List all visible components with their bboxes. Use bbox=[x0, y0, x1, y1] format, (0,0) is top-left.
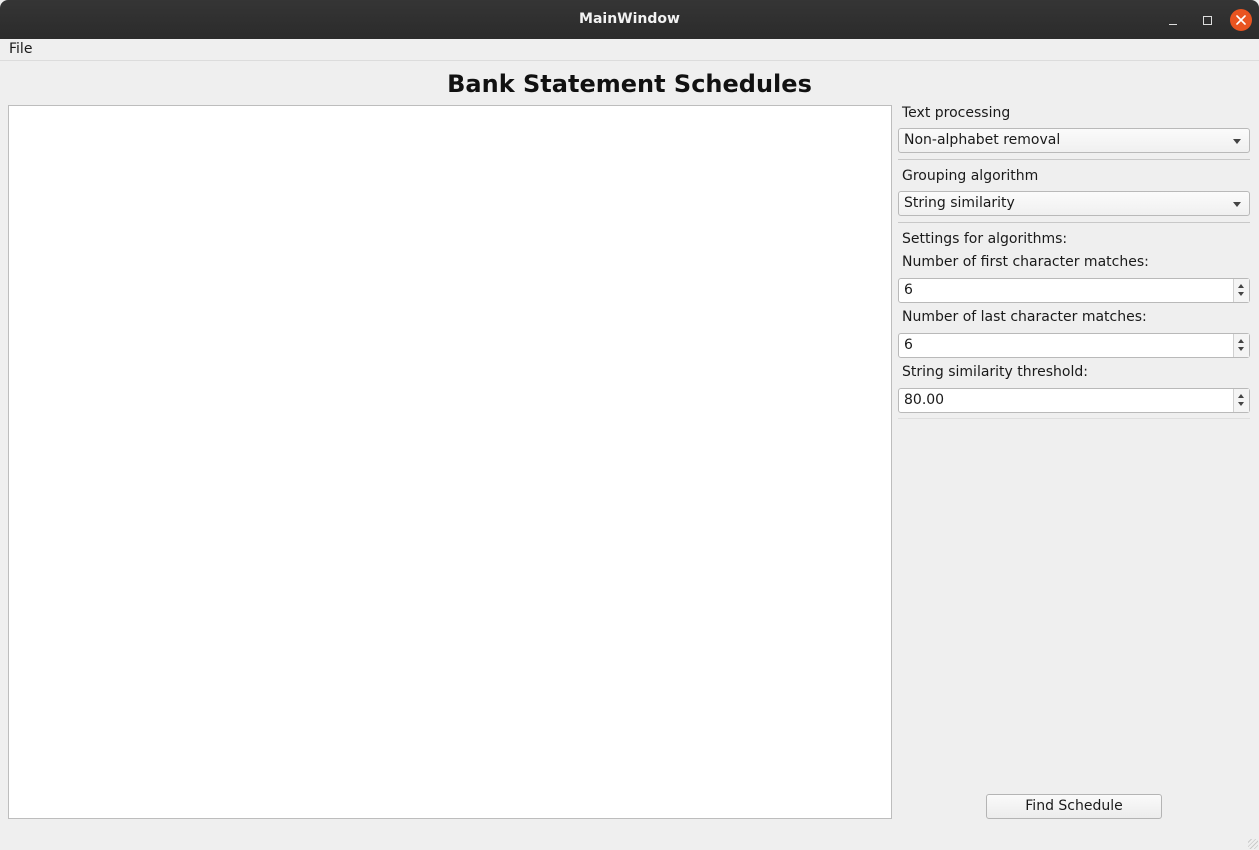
chevron-down-icon[interactable] bbox=[1238, 292, 1244, 296]
divider bbox=[898, 418, 1250, 419]
last-char-matches-value: 6 bbox=[904, 337, 913, 353]
first-char-matches-label: Number of first character matches: bbox=[902, 254, 1149, 270]
text-processing-dropdown[interactable]: Non-alphabet removal bbox=[898, 128, 1250, 153]
similarity-threshold-label: String similarity threshold: bbox=[902, 364, 1088, 380]
spin-buttons[interactable] bbox=[1233, 389, 1249, 412]
window-title: MainWindow bbox=[579, 11, 680, 27]
text-processing-value: Non-alphabet removal bbox=[904, 132, 1061, 148]
similarity-threshold-spinbox[interactable]: 80.00 bbox=[898, 388, 1250, 413]
page-title: Bank Statement Schedules bbox=[447, 70, 812, 98]
chevron-down-icon[interactable] bbox=[1238, 402, 1244, 406]
grouping-algorithm-value: String similarity bbox=[904, 195, 1015, 211]
text-processing-label: Text processing bbox=[902, 105, 1011, 121]
resize-grip-icon[interactable] bbox=[1248, 839, 1258, 849]
divider bbox=[898, 159, 1250, 160]
spin-buttons[interactable] bbox=[1233, 279, 1249, 302]
divider bbox=[898, 222, 1250, 223]
first-char-matches-value: 6 bbox=[904, 282, 913, 298]
find-schedule-button[interactable]: Find Schedule bbox=[986, 794, 1162, 819]
first-char-matches-spinbox[interactable]: 6 bbox=[898, 278, 1250, 303]
chevron-up-icon[interactable] bbox=[1238, 284, 1244, 288]
schedule-output-area[interactable] bbox=[8, 105, 892, 819]
chevron-up-icon[interactable] bbox=[1238, 394, 1244, 398]
grouping-algorithm-label: Grouping algorithm bbox=[902, 168, 1039, 184]
minimize-icon[interactable] bbox=[1162, 9, 1184, 31]
menu-bar: File bbox=[0, 39, 1259, 61]
settings-header: Settings for algorithms: bbox=[902, 231, 1068, 247]
menu-file[interactable]: File bbox=[9, 41, 32, 57]
last-char-matches-label: Number of last character matches: bbox=[902, 309, 1147, 325]
close-icon[interactable] bbox=[1230, 9, 1252, 31]
grouping-algorithm-dropdown[interactable]: String similarity bbox=[898, 191, 1250, 216]
last-char-matches-spinbox[interactable]: 6 bbox=[898, 333, 1250, 358]
chevron-down-icon[interactable] bbox=[1238, 347, 1244, 351]
chevron-down-icon bbox=[1233, 202, 1241, 207]
maximize-icon[interactable] bbox=[1196, 9, 1218, 31]
title-bar: MainWindow bbox=[0, 0, 1259, 39]
chevron-down-icon bbox=[1233, 139, 1241, 144]
similarity-threshold-value: 80.00 bbox=[904, 392, 945, 408]
spin-buttons[interactable] bbox=[1233, 334, 1249, 357]
chevron-up-icon[interactable] bbox=[1238, 339, 1244, 343]
